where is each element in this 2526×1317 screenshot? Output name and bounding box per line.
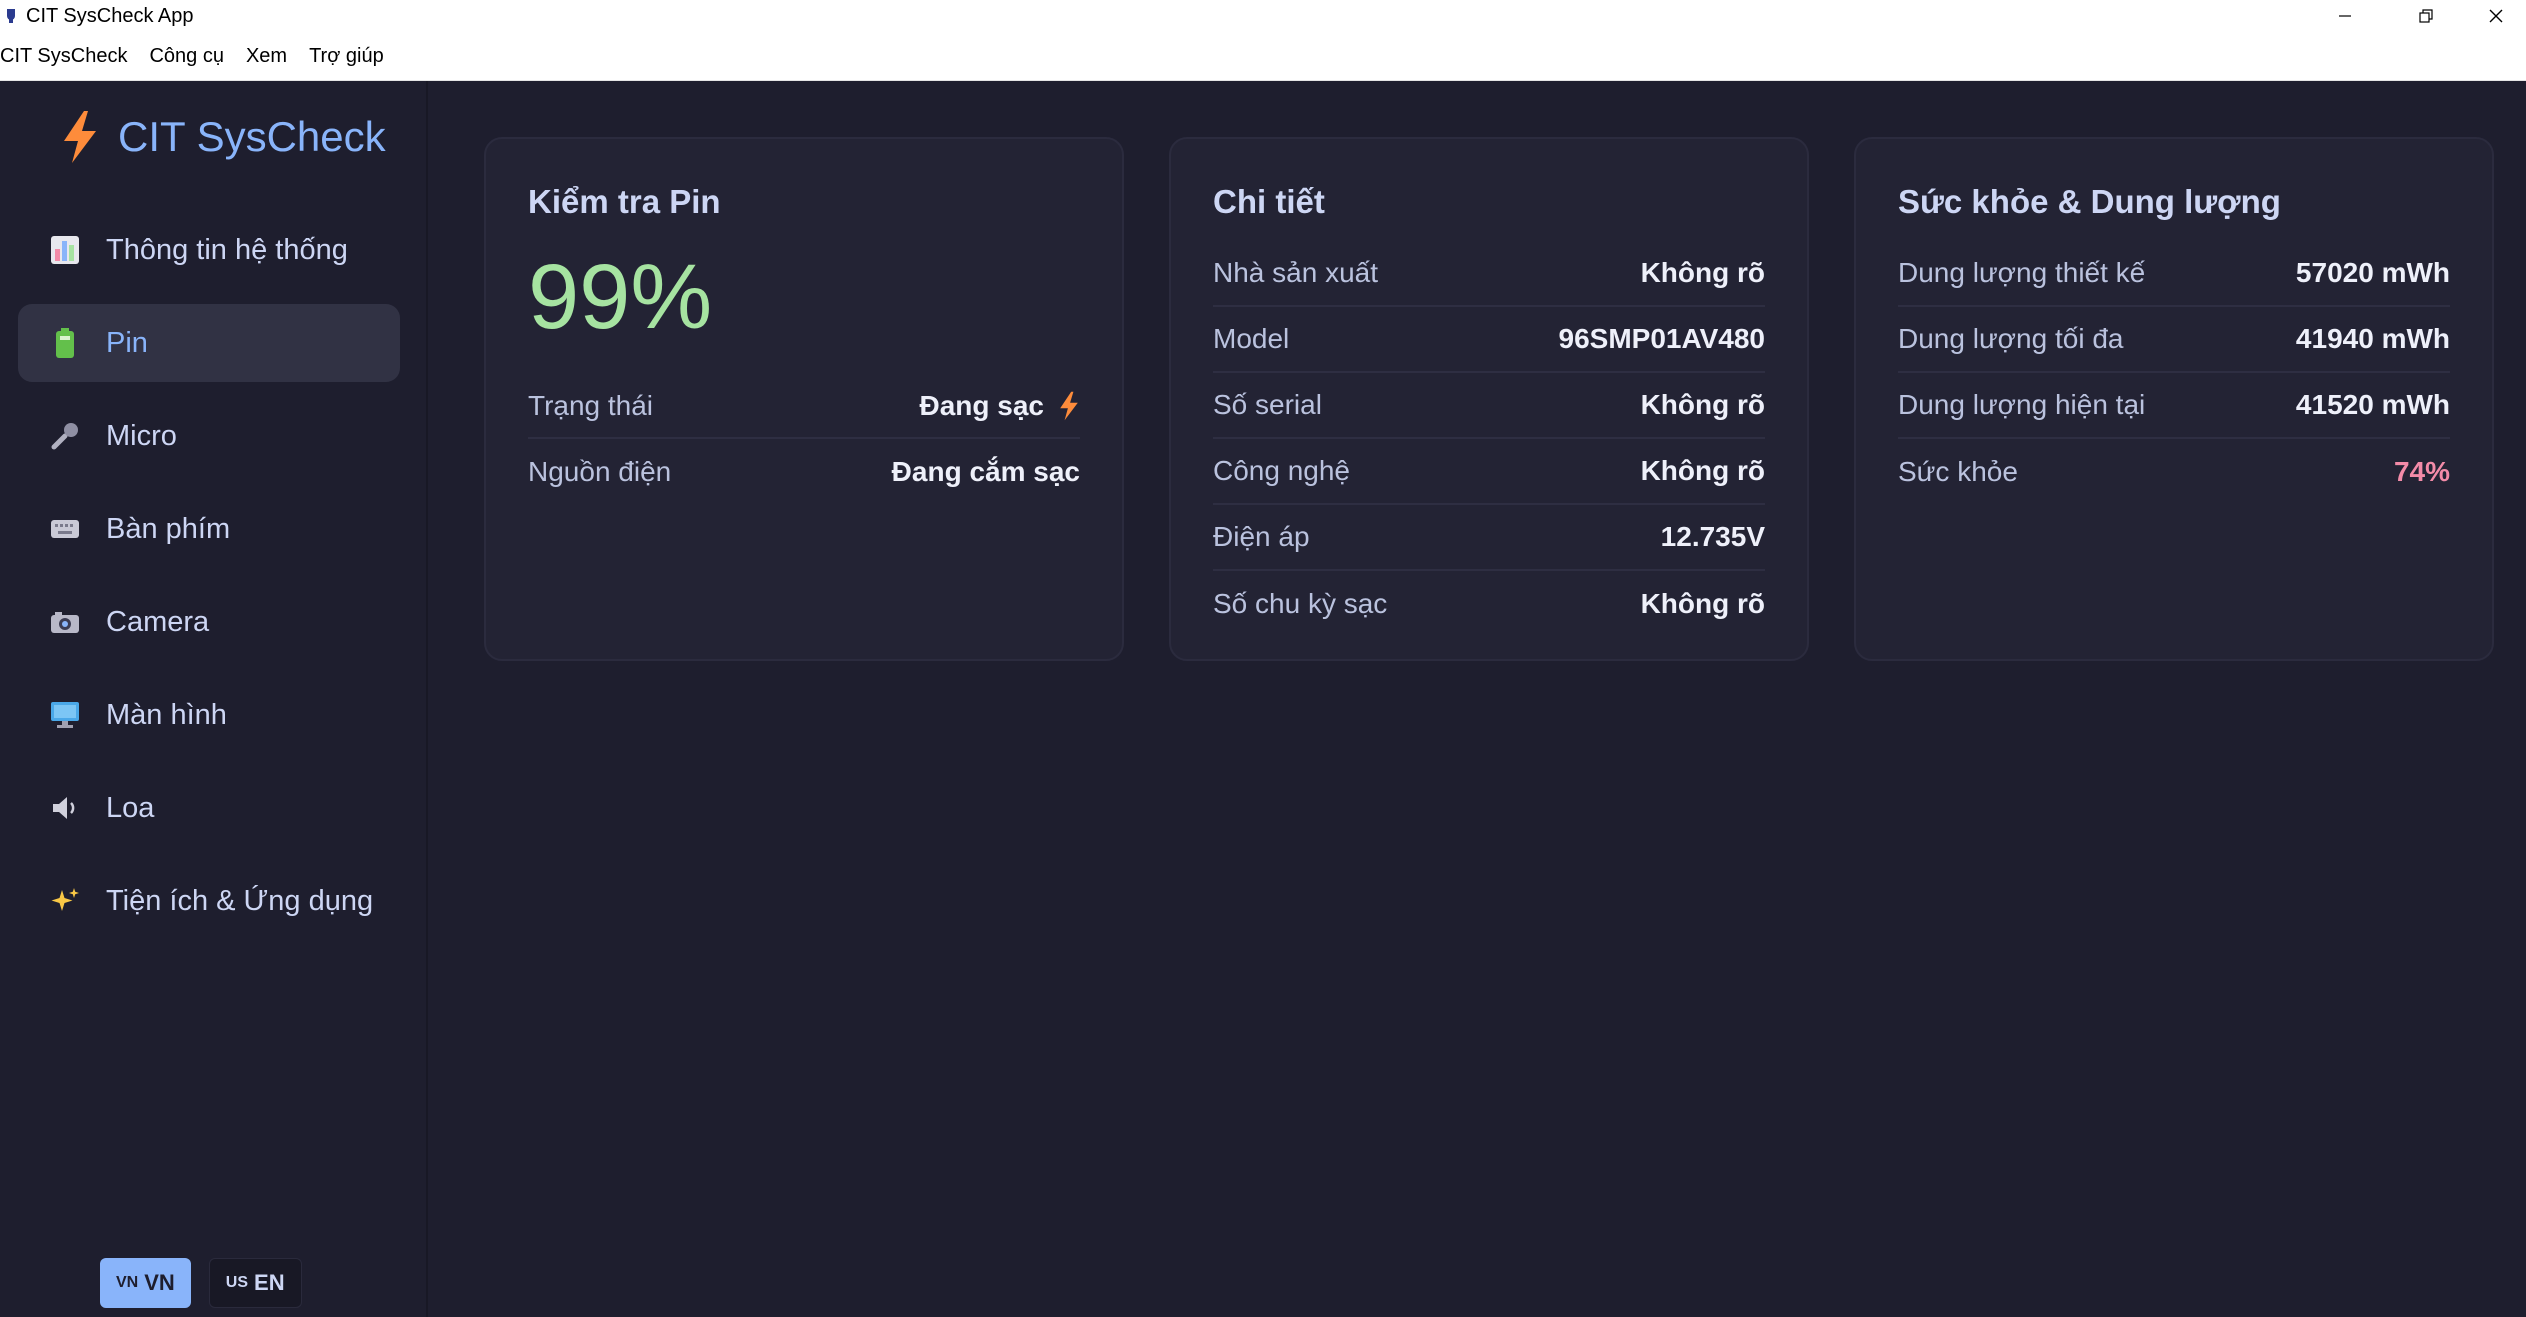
row-label: Công nghệ — [1213, 455, 1351, 486]
row-value: Đang sạc — [920, 390, 1081, 422]
minimize-button[interactable] — [2305, 0, 2385, 32]
row-label: Điện áp — [1213, 521, 1310, 552]
row-value: Không rõ — [1640, 588, 1765, 619]
restore-button[interactable] — [2386, 0, 2466, 32]
menu-help[interactable]: Trợ giúp — [298, 45, 395, 68]
row-label: Dung lượng thiết kế — [1898, 257, 2146, 288]
row-label: Số chu kỳ sạc — [1213, 588, 1388, 619]
speaker-icon — [48, 791, 82, 825]
window-title: CIT SysCheck App — [26, 4, 194, 27]
app-icon — [2, 7, 20, 25]
info-row: Số serial Không rõ — [1213, 373, 1765, 439]
camera-icon — [48, 605, 82, 639]
info-row: Model 96SMP01AV480 — [1213, 307, 1765, 373]
sidebar-item-label: Màn hình — [106, 698, 227, 731]
flag-us-icon: US — [225, 1274, 249, 1291]
row-label: Dung lượng hiện tại — [1898, 389, 2146, 420]
row-value: 12.735V — [1660, 521, 1765, 552]
row-label: Sức khỏe — [1898, 456, 2018, 487]
info-row: Số chu kỳ sạc Không rõ — [1213, 571, 1765, 637]
sidebar-item-system-info[interactable]: Thông tin hệ thống — [18, 211, 400, 289]
battery-percent: 99% — [528, 246, 713, 348]
card-title: Chi tiết — [1213, 183, 1325, 220]
info-row: Dung lượng tối đa 41940 mWh — [1898, 307, 2450, 373]
menu-view[interactable]: Xem — [235, 45, 298, 68]
info-row: Sức khỏe 74% — [1898, 439, 2450, 505]
sidebar-item-label: Loa — [106, 791, 155, 824]
sidebar-item-label: Thông tin hệ thống — [106, 233, 348, 266]
lang-en-button[interactable]: US EN — [208, 1258, 302, 1308]
battery-icon — [48, 326, 82, 360]
info-row: Dung lượng thiết kế 57020 mWh — [1898, 241, 2450, 307]
main-content: Kiểm tra Pin 99% Trạng thái Đang sạc Ngu… — [428, 81, 2526, 1317]
row-value: 41520 mWh — [2295, 389, 2450, 420]
row-label: Nguồn điện — [528, 455, 672, 487]
close-icon — [2489, 9, 2503, 23]
sidebar-item-speaker[interactable]: Loa — [18, 769, 400, 847]
info-row: Trạng thái Đang sạc — [528, 374, 1080, 439]
details-card: Chi tiết Nhà sản xuất Không rõ Model 96SMP… — [1169, 137, 1809, 661]
row-value: 96SMP01AV480 — [1558, 323, 1766, 354]
brand: CIT SysCheck — [60, 111, 386, 163]
language-switcher: VN VN US EN — [100, 1258, 320, 1308]
lang-label: VN — [144, 1270, 175, 1295]
menu-bar: CIT SysCheck Công cụ Xem Trợ giúp — [0, 32, 2526, 81]
row-value: Đang cắm sạc — [891, 455, 1080, 487]
health-card: Sức khỏe & Dung lượng Dung lượng thiết k… — [1854, 137, 2494, 661]
sidebar-item-label: Micro — [106, 419, 177, 452]
brand-name: CIT SysCheck — [118, 113, 386, 160]
keyboard-icon — [48, 512, 82, 546]
sidebar-item-battery[interactable]: Pin — [18, 304, 400, 382]
sidebar-nav: Thông tin hệ thống Pin Micro Bàn phím Ca… — [18, 211, 400, 955]
row-label: Trạng thái — [528, 389, 654, 421]
row-value: Không rõ — [1640, 257, 1765, 288]
row-label: Số serial — [1213, 389, 1322, 420]
close-button[interactable] — [2466, 0, 2526, 32]
info-row: Điện áp 12.735V — [1213, 505, 1765, 571]
row-value: Không rõ — [1640, 455, 1765, 486]
charging-bolt-icon — [1060, 391, 1078, 420]
sidebar: CIT SysCheck Thông tin hệ thống Pin Micr… — [0, 81, 428, 1317]
info-row: Dung lượng hiện tại 41520 mWh — [1898, 373, 2450, 439]
sidebar-item-utilities[interactable]: Tiện ích & Ứng dụng — [18, 862, 400, 940]
card-title: Kiểm tra Pin — [528, 183, 721, 220]
sidebar-item-label: Bàn phím — [106, 512, 231, 545]
microphone-icon — [48, 419, 82, 453]
row-value: 57020 mWh — [2295, 257, 2450, 288]
sidebar-item-monitor[interactable]: Màn hình — [18, 676, 400, 754]
sidebar-item-micro[interactable]: Micro — [18, 397, 400, 475]
status-value: Đang sạc — [919, 389, 1045, 421]
flag-vn-icon: VN — [116, 1274, 139, 1291]
row-label: Nhà sản xuất — [1213, 257, 1378, 288]
info-row: Nguồn điện Đang cắm sạc — [528, 439, 1080, 504]
menu-cit-syscheck[interactable]: CIT SysCheck — [0, 45, 138, 68]
row-value: Không rõ — [1640, 389, 1765, 420]
sidebar-item-label: Camera — [106, 605, 210, 638]
lightning-bolt-icon — [64, 111, 96, 163]
bar-chart-icon — [48, 233, 82, 267]
battery-card: Kiểm tra Pin 99% Trạng thái Đang sạc Ngu… — [484, 137, 1124, 661]
monitor-icon — [48, 698, 82, 732]
sidebar-item-keyboard[interactable]: Bàn phím — [18, 490, 400, 568]
row-label: Model — [1213, 323, 1290, 354]
info-row: Công nghệ Không rõ — [1213, 439, 1765, 505]
menu-tools[interactable]: Công cụ — [138, 45, 235, 68]
row-value: 41940 mWh — [2295, 323, 2450, 354]
sidebar-item-label: Tiện ích & Ứng dụng — [106, 884, 374, 917]
minimize-icon — [2339, 15, 2351, 17]
lang-vn-button[interactable]: VN VN — [100, 1258, 191, 1308]
row-label: Dung lượng tối đa — [1898, 323, 2124, 354]
sparkles-icon — [48, 884, 82, 918]
restore-icon — [2419, 9, 2433, 23]
sidebar-item-camera[interactable]: Camera — [18, 583, 400, 661]
card-title: Sức khỏe & Dung lượng — [1898, 183, 2281, 220]
title-bar: CIT SysCheck App — [0, 0, 2526, 32]
health-value: 74% — [2393, 456, 2450, 487]
lang-label: EN — [254, 1270, 285, 1295]
info-row: Nhà sản xuất Không rõ — [1213, 241, 1765, 307]
sidebar-item-label: Pin — [106, 326, 148, 359]
